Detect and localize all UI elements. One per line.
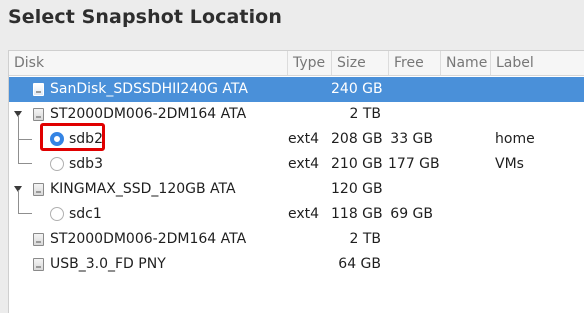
disk-size: 2 TB <box>349 106 381 122</box>
disk-name: SanDisk_SDSSDHII240G ATA <box>50 81 248 97</box>
table-row-drive[interactable]: KINGMAX_SSD_120GB ATA 120 GB <box>9 177 584 202</box>
partition-radio-button[interactable] <box>50 157 64 171</box>
table-row-drive[interactable]: SanDisk_SDSSDHII240G ATA 240 GB <box>9 77 584 102</box>
column-header-type[interactable]: Type <box>287 51 331 75</box>
partition-free: 33 GB <box>390 131 433 147</box>
partition-size: 210 GB <box>331 156 383 172</box>
partition-name: sdb3 <box>69 156 103 172</box>
partition-type: ext4 <box>288 206 320 222</box>
disk-name: USB_3.0_FD PNY <box>50 256 166 272</box>
partition-size: 118 GB <box>331 206 383 222</box>
partition-name: sdc1 <box>69 206 102 222</box>
partition-name: sdb2 <box>69 131 103 147</box>
partition-size: 208 GB <box>331 131 383 147</box>
hard-drive-icon <box>33 183 44 196</box>
partition-type: ext4 <box>288 131 320 147</box>
disk-size: 120 GB <box>331 181 383 197</box>
partition-label: home <box>495 131 535 147</box>
hard-drive-icon <box>33 83 44 96</box>
column-header-free[interactable]: Free <box>388 51 440 75</box>
table-row-partition[interactable]: sdb2 ext4 208 GB 33 GB home <box>9 127 584 152</box>
usb-drive-icon <box>33 258 44 271</box>
partition-free: 69 GB <box>390 206 433 222</box>
disk-size: 64 GB <box>338 256 381 272</box>
column-header-name[interactable]: Name <box>440 51 490 75</box>
disk-size: 240 GB <box>331 81 383 97</box>
partition-type: ext4 <box>288 156 320 172</box>
disk-name: KINGMAX_SSD_120GB ATA <box>50 181 236 197</box>
disk-size: 2 TB <box>349 231 381 247</box>
table-row-drive[interactable]: ST2000DM006-2DM164 ATA 2 TB <box>9 102 584 127</box>
partition-label: VMs <box>495 156 524 172</box>
column-header-disk[interactable]: Disk <box>9 51 287 75</box>
disk-name: ST2000DM006-2DM164 ATA <box>50 106 247 122</box>
dialog-title: Select Snapshot Location <box>8 6 282 28</box>
table-row-partition[interactable]: sdc1 ext4 118 GB 69 GB <box>9 202 584 227</box>
partition-radio-button[interactable] <box>50 132 64 146</box>
partition-radio-button[interactable] <box>50 207 64 221</box>
hard-drive-icon <box>33 108 44 121</box>
hard-drive-icon <box>33 233 44 246</box>
column-header-size[interactable]: Size <box>331 51 388 75</box>
table-row-drive[interactable]: ST2000DM006-2DM164 ATA 2 TB <box>9 227 584 252</box>
snapshot-location-table: Disk Type Size Free Name Label SanDisk_S… <box>8 50 584 313</box>
table-row-drive[interactable]: USB_3.0_FD PNY 64 GB <box>9 252 584 277</box>
partition-free: 177 GB <box>388 156 440 172</box>
column-header-label[interactable]: Label <box>490 51 584 75</box>
table-header: Disk Type Size Free Name Label <box>9 51 584 76</box>
table-row-partition[interactable]: sdb3 ext4 210 GB 177 GB VMs <box>9 152 584 177</box>
disk-name: ST2000DM006-2DM164 ATA <box>50 231 247 247</box>
